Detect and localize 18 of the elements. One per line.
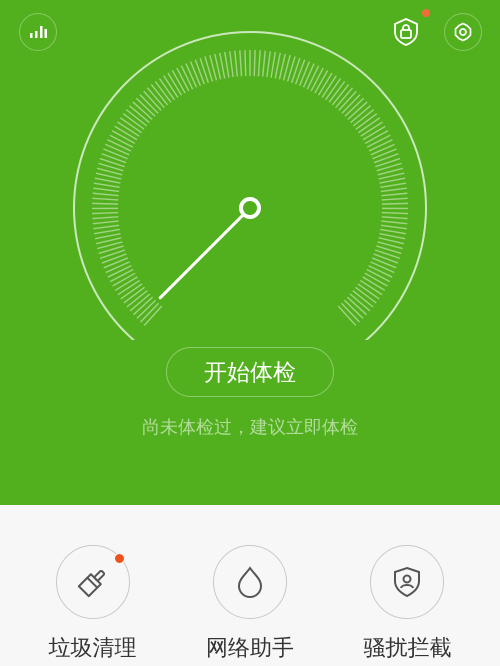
tool-label: 垃圾清理 — [48, 635, 137, 663]
shield-person-icon — [393, 566, 422, 598]
hint-text: 尚未体检过，建议立即体检 — [142, 416, 358, 439]
stats-icon — [29, 25, 47, 39]
notification-dot — [114, 553, 125, 564]
tool-label: 骚扰拦截 — [363, 635, 452, 663]
tool-label: 网络助手 — [206, 635, 294, 663]
lock-button[interactable] — [392, 9, 430, 49]
settings-icon — [453, 22, 473, 42]
shield-lock-icon — [393, 17, 419, 47]
cleanup-button[interactable] — [56, 545, 130, 619]
block-button[interactable] — [370, 545, 444, 619]
start-checkup-button[interactable]: 开始体检 — [166, 347, 334, 397]
notification-dot — [422, 9, 430, 17]
network-button[interactable] — [212, 545, 287, 619]
drop-icon — [236, 566, 264, 598]
settings-button[interactable] — [444, 13, 482, 51]
stats-button[interactable] — [19, 13, 57, 51]
